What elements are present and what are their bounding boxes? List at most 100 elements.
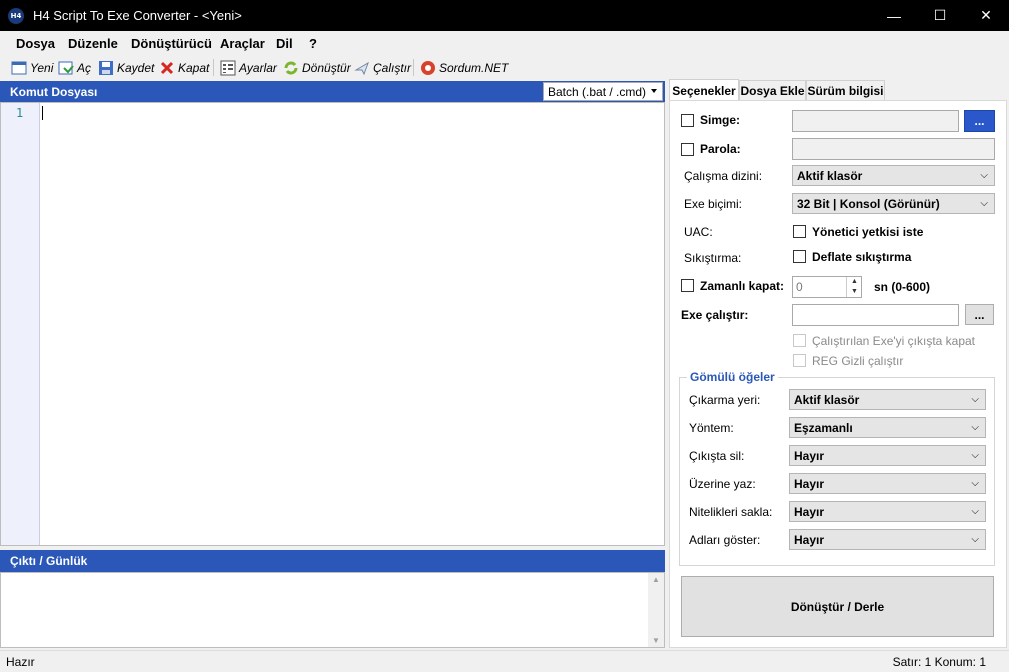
timed-close-spinner[interactable]: 0 ▲ ▼: [792, 276, 862, 298]
output-scrollbar[interactable]: ▲ ▼: [648, 573, 664, 647]
close-run-exe-checkbox[interactable]: [793, 334, 806, 347]
uac-checkbox[interactable]: [793, 225, 806, 238]
sordum-button[interactable]: Sordum.NET: [420, 58, 508, 77]
browse-icon-button[interactable]: ...: [964, 110, 995, 132]
toolbar-separator: [413, 59, 414, 76]
save-label: Kaydet: [117, 60, 155, 75]
method-select[interactable]: Eşzamanlı ⌵: [789, 417, 986, 438]
tab-version-info[interactable]: Sürüm bilgisi: [806, 80, 885, 101]
delete-on-exit-label: Çıkışta sil:: [689, 449, 745, 463]
scroll-down-icon[interactable]: ▼: [652, 636, 660, 645]
spinner-buttons: ▲ ▼: [846, 277, 861, 297]
chevron-down-icon: ⌵: [971, 422, 979, 433]
cursor-position: Satır: 1 Konum: 1: [892, 655, 986, 669]
new-file-icon: [11, 61, 27, 74]
keep-attributes-select[interactable]: Hayır ⌵: [789, 501, 986, 522]
tab-version-info-label: Sürüm bilgisi: [807, 84, 884, 98]
close-file-button[interactable]: Kapat: [159, 58, 209, 77]
script-type-value: Batch (.bat / .cmd): [548, 84, 647, 99]
workdir-select[interactable]: Aktif klasör ⌵: [792, 165, 995, 186]
exe-run-browse-button[interactable]: ...: [965, 304, 994, 325]
output-header: Çıktı / Günlük: [0, 550, 665, 572]
compression-checkbox[interactable]: [793, 250, 806, 263]
compression-label: Sıkıştırma:: [684, 251, 742, 265]
chevron-down-icon: ⌵: [971, 394, 979, 405]
open-button[interactable]: Aç: [58, 58, 91, 77]
exe-run-label: Exe çalıştır:: [681, 308, 749, 322]
menu-dosya[interactable]: Dosya: [16, 36, 55, 51]
status-text: Hazır: [6, 655, 35, 669]
timed-close-value: 0: [796, 280, 803, 294]
close-window-button[interactable]: ✕: [963, 0, 1009, 31]
open-label: Aç: [77, 60, 92, 75]
line-number-gutter: 1: [1, 103, 40, 545]
scroll-up-icon[interactable]: ▲: [652, 575, 660, 584]
reg-hidden-checkbox[interactable]: [793, 354, 806, 367]
menu-araclar[interactable]: Araçlar: [220, 36, 265, 51]
output-log[interactable]: ▲ ▼: [0, 572, 665, 648]
uac-check-label: Yönetici yetkisi iste: [812, 225, 924, 239]
settings-button[interactable]: Ayarlar: [220, 58, 277, 77]
run-icon: [354, 61, 369, 75]
close-x-icon: [160, 61, 174, 74]
keep-attributes-label: Nitelikleri sakla:: [689, 505, 773, 519]
chevron-down-icon: ⌵: [971, 478, 979, 489]
timed-close-checkbox[interactable]: [681, 279, 694, 292]
convert-label: Dönüştür: [302, 60, 351, 75]
show-names-select[interactable]: Hayır ⌵: [789, 529, 986, 550]
delete-on-exit-select[interactable]: Hayır ⌵: [789, 445, 986, 466]
sordum-icon: [421, 60, 435, 75]
close-icon: ✕: [980, 7, 992, 23]
overwrite-select[interactable]: Hayır ⌵: [789, 473, 986, 494]
embedded-items-title: Gömülü öğeler: [687, 370, 778, 384]
save-button[interactable]: Kaydet: [98, 58, 154, 77]
maximize-icon: ☐: [933, 7, 947, 23]
minimize-button[interactable]: —: [871, 0, 917, 31]
dropdown-arrow-icon: [651, 89, 657, 93]
method-value: Eşzamanlı: [794, 420, 853, 435]
show-names-label: Adları göster:: [689, 533, 761, 547]
menu-duzenle[interactable]: Düzenle: [68, 36, 118, 51]
convert-compile-button[interactable]: Dönüştür / Derle: [681, 576, 994, 637]
command-file-title: Komut Dosyası: [10, 84, 98, 99]
menu-help[interactable]: ?: [309, 36, 317, 51]
menu-donusturucu[interactable]: Dönüştürücü: [131, 36, 212, 51]
spin-down-icon[interactable]: ▼: [851, 288, 858, 295]
workdir-value: Aktif klasör: [797, 168, 863, 183]
exe-format-select[interactable]: 32 Bit | Konsol (Görünür) ⌵: [792, 193, 995, 214]
icon-checkbox[interactable]: [681, 114, 694, 127]
extract-location-select[interactable]: Aktif klasör ⌵: [789, 389, 986, 410]
timed-close-unit: sn (0-600): [874, 280, 931, 294]
output-title: Çıktı / Günlük: [10, 554, 88, 568]
line-number: 1: [16, 106, 24, 120]
icon-path-field[interactable]: [792, 110, 959, 132]
convert-compile-label: Dönüştür / Derle: [790, 599, 885, 614]
delete-on-exit-value: Hayır: [794, 448, 825, 463]
exe-format-label: Exe biçimi:: [684, 197, 743, 211]
password-field[interactable]: [792, 138, 995, 160]
minimize-icon: —: [887, 7, 901, 24]
convert-toolbar-button[interactable]: Dönüştür: [283, 58, 351, 77]
chevron-down-icon: ⌵: [971, 450, 979, 461]
title-bar: H4 H4 Script To Exe Converter - <Yeni> —…: [0, 0, 1009, 31]
new-label: Yeni: [30, 60, 54, 75]
tab-add-file-label: Dosya Ekle: [740, 84, 805, 98]
run-button[interactable]: Çalıştır: [354, 58, 411, 77]
password-checkbox[interactable]: [681, 143, 694, 156]
menu-dil[interactable]: Dil: [276, 36, 293, 51]
tab-options[interactable]: Seçenekler: [669, 79, 739, 102]
script-editor[interactable]: 1: [0, 102, 665, 546]
save-icon: [99, 60, 113, 75]
chevron-down-icon: ⌵: [971, 534, 979, 545]
script-type-select[interactable]: Batch (.bat / .cmd): [543, 82, 663, 101]
menu-bar: Dosya Düzenle Dönüştürücü Araçlar Dil ?: [0, 31, 1009, 55]
tab-add-file[interactable]: Dosya Ekle: [739, 80, 806, 101]
app-icon: H4: [8, 7, 24, 24]
window-title: H4 Script To Exe Converter - <Yeni>: [33, 8, 242, 23]
maximize-button[interactable]: ☐: [917, 0, 963, 31]
new-button[interactable]: Yeni: [11, 58, 53, 77]
spin-up-icon[interactable]: ▲: [851, 278, 858, 285]
reg-hidden-label: REG Gizli çalıştır: [812, 354, 904, 368]
uac-label: UAC:: [684, 225, 713, 239]
exe-run-field[interactable]: [792, 304, 959, 326]
